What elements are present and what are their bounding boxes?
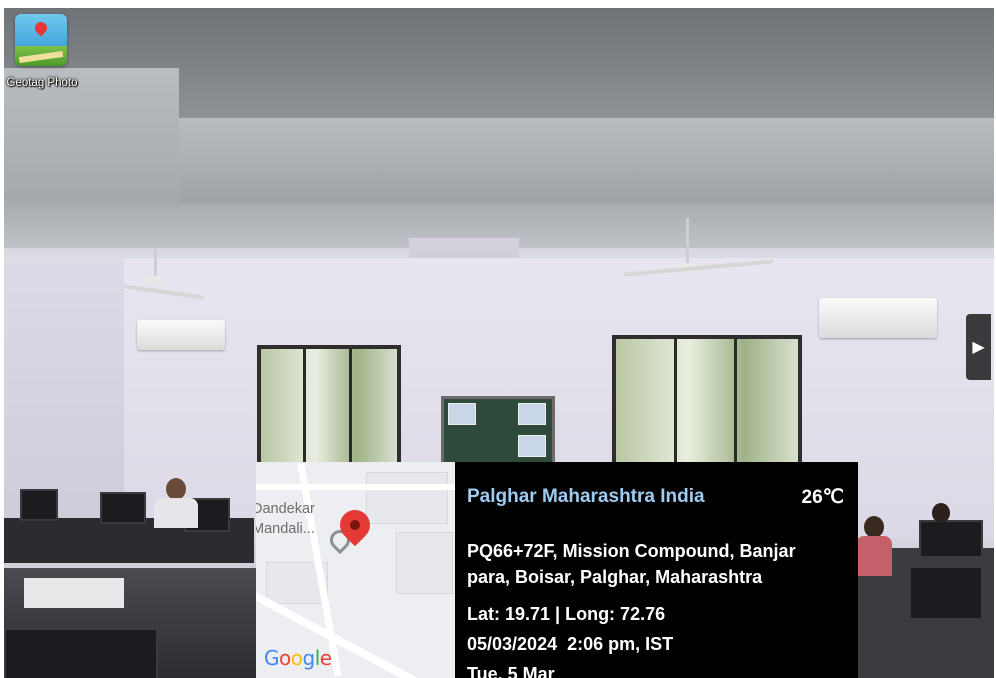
location-address: PQ66+72F, Mission Compound, Banjar para,… bbox=[467, 541, 796, 587]
computer-monitor bbox=[909, 566, 983, 620]
ceiling-fan bbox=[144, 276, 166, 286]
air-conditioner bbox=[819, 298, 937, 338]
ceiling-beam bbox=[179, 118, 994, 203]
location-city: Palghar Maharashtra India bbox=[467, 486, 705, 507]
coordinates: Lat: 19.71 | Long: 72.76 bbox=[467, 604, 666, 624]
temperature: 26℃ bbox=[801, 487, 844, 508]
person bbox=[932, 503, 950, 523]
person bbox=[864, 516, 884, 538]
window bbox=[257, 345, 401, 478]
air-conditioner bbox=[137, 320, 225, 350]
day-label: Tue, 5 Mar bbox=[467, 664, 555, 678]
window bbox=[612, 335, 802, 478]
left-wall bbox=[4, 263, 129, 523]
geotag-photo-icon[interactable] bbox=[15, 14, 67, 66]
chevron-right-icon: ▶ bbox=[972, 339, 985, 356]
computer-monitor bbox=[20, 489, 58, 521]
geotag-info-panel: Palghar Maharashtra India 26℃ PQ66+72F, … bbox=[455, 462, 858, 678]
map-street bbox=[256, 484, 455, 490]
google-logo: Google bbox=[264, 646, 332, 670]
next-photo-button[interactable]: ▶ bbox=[966, 314, 991, 380]
notice-board bbox=[441, 396, 555, 468]
computer-monitor bbox=[919, 520, 983, 558]
app-label[interactable]: Geotag Photo bbox=[2, 77, 82, 89]
person bbox=[166, 478, 186, 500]
date-time: 05/03/2024 2:06 pm, IST bbox=[467, 634, 674, 654]
map-place-label: Dandekar Mandali... bbox=[256, 501, 315, 537]
computer-monitor bbox=[4, 628, 158, 678]
location-map: Dandekar Mandali... Google bbox=[256, 462, 455, 678]
computer-monitor bbox=[100, 492, 146, 524]
